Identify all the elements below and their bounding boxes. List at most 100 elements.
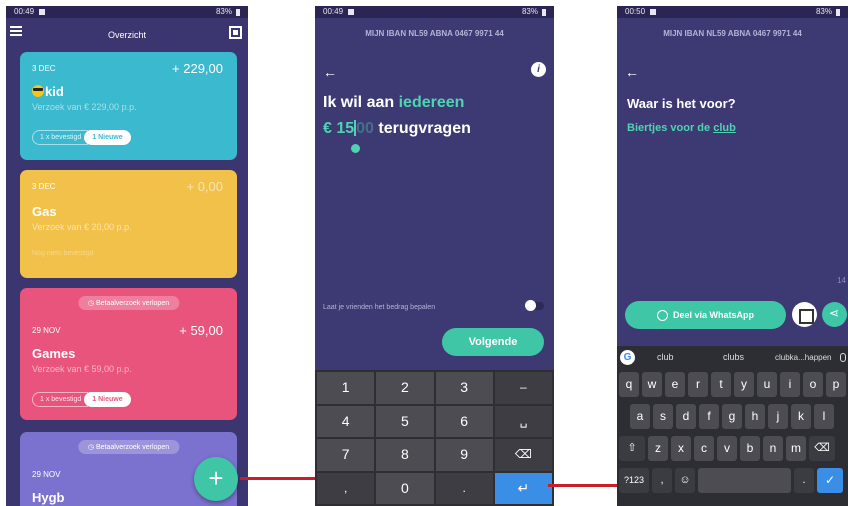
- battery-level: 83%: [815, 7, 832, 16]
- card-name: Games: [32, 346, 76, 361]
- key-q[interactable]: q: [619, 372, 639, 397]
- enter-icon[interactable]: ↵: [494, 472, 552, 504]
- share-icon[interactable]: [822, 302, 847, 327]
- key-d[interactable]: d: [676, 404, 696, 429]
- key-3[interactable]: 3: [435, 372, 493, 404]
- request-card[interactable]: ◷ Betaalverzoek verlopen 29 NOV + 59,00 …: [20, 288, 237, 420]
- page-title: Overzicht: [107, 30, 146, 40]
- request-card[interactable]: 3 DEC + 229,00 kid Verzoek van € 229,00 …: [20, 52, 237, 160]
- text-keyboard: G club clubs clubka...happen q w e r t y…: [617, 346, 848, 506]
- back-arrow-icon[interactable]: ←: [625, 64, 639, 80]
- friends-decide-toggle[interactable]: [525, 300, 544, 311]
- key-1[interactable]: 1: [317, 372, 375, 404]
- card-amount: + 59,00: [179, 323, 223, 338]
- card-amount: + 0,00: [186, 179, 223, 194]
- key-6[interactable]: 6: [435, 405, 493, 437]
- suggestion-item[interactable]: clubka...happen: [775, 353, 832, 362]
- back-arrow-icon[interactable]: ←: [323, 64, 337, 80]
- key-j[interactable]: j: [768, 404, 788, 429]
- microphone-icon[interactable]: [840, 352, 846, 362]
- key-f[interactable]: f: [699, 404, 719, 429]
- key-period[interactable]: .: [794, 468, 814, 493]
- key-y[interactable]: y: [734, 372, 754, 397]
- checkmark-icon[interactable]: ✓: [817, 468, 843, 493]
- emoji-icon[interactable]: ☺: [675, 468, 695, 493]
- suggestion-bar: G club clubs clubka...happen: [617, 346, 848, 368]
- new-pill: 1 Nieuwe: [84, 130, 131, 145]
- qr-code-button[interactable]: [792, 302, 817, 327]
- key-e[interactable]: e: [665, 372, 685, 397]
- key-5[interactable]: 5: [376, 405, 434, 437]
- key-9[interactable]: 9: [435, 439, 493, 471]
- request-card[interactable]: 3 DEC + 0,00 Gas Verzoek van € 20,00 p.p…: [20, 170, 237, 278]
- key-r[interactable]: r: [688, 372, 708, 397]
- key-8[interactable]: 8: [376, 439, 434, 471]
- key-z[interactable]: z: [648, 436, 668, 461]
- key-comma[interactable]: ,: [652, 468, 672, 493]
- key-minus[interactable]: –: [494, 372, 552, 404]
- card-status-pills: 1 x bevestigd 1 Nieuwe: [32, 130, 131, 145]
- add-request-button[interactable]: +: [194, 457, 238, 501]
- space-bar[interactable]: [698, 468, 791, 493]
- notification-icon: [348, 9, 355, 15]
- description-screen: 00:50 83% MIJN IBAN NL59 ABNA 0467 9971 …: [617, 6, 848, 506]
- description-input[interactable]: Biertjes voor de club: [627, 122, 736, 134]
- recipients-selector[interactable]: iedereen: [399, 94, 465, 111]
- key-7[interactable]: 7: [317, 439, 375, 471]
- key-c[interactable]: c: [694, 436, 714, 461]
- key-s[interactable]: s: [653, 404, 673, 429]
- key-a[interactable]: a: [630, 404, 650, 429]
- next-button[interactable]: Volgende: [442, 328, 544, 356]
- key-m[interactable]: m: [786, 436, 806, 461]
- question-label: Waar is het voor?: [627, 96, 736, 111]
- card-amount: + 229,00: [172, 61, 223, 76]
- info-icon[interactable]: i: [531, 62, 546, 77]
- key-p[interactable]: p: [826, 372, 846, 397]
- key-k[interactable]: k: [791, 404, 811, 429]
- key-o[interactable]: o: [803, 372, 823, 397]
- qr-code-icon[interactable]: [229, 26, 242, 39]
- backspace-icon[interactable]: ⌫: [494, 439, 552, 471]
- iban-banner: MIJN IBAN NL59 ABNA 0467 9971 44: [365, 29, 504, 38]
- suggestion-item[interactable]: clubs: [723, 352, 744, 362]
- status-bar: 00:50 83%: [617, 6, 848, 18]
- key-4[interactable]: 4: [317, 405, 375, 437]
- card-date: 29 NOV: [32, 326, 61, 335]
- google-icon[interactable]: G: [620, 349, 635, 365]
- key-w[interactable]: w: [642, 372, 662, 397]
- keyboard-row-4: ?123 , ☺ . ✓: [619, 468, 843, 493]
- key-v[interactable]: v: [717, 436, 737, 461]
- overview-screen: 00:49 83% Overzicht 3 DEC + 229,00 kid V…: [6, 6, 248, 506]
- key-comma[interactable]: ,: [317, 472, 375, 504]
- key-u[interactable]: u: [757, 372, 777, 397]
- key-0[interactable]: 0: [376, 472, 434, 504]
- battery-icon: [542, 8, 546, 16]
- key-n[interactable]: n: [763, 436, 783, 461]
- battery-icon: [836, 8, 840, 16]
- keyboard-row-3: ⇧ z x c v b n m ⌫: [619, 436, 835, 461]
- backspace-icon[interactable]: ⌫: [809, 436, 835, 461]
- shift-icon[interactable]: ⇧: [619, 436, 645, 461]
- card-name: kid: [32, 84, 64, 99]
- amount-input[interactable]: € 15: [323, 120, 354, 137]
- share-whatsapp-button[interactable]: Deel via WhatsApp: [625, 301, 786, 329]
- key-t[interactable]: t: [711, 372, 731, 397]
- key-space-icon[interactable]: ␣: [494, 405, 552, 437]
- symbols-key[interactable]: ?123: [619, 468, 649, 493]
- key-period[interactable]: .: [435, 472, 493, 504]
- key-l[interactable]: l: [814, 404, 834, 429]
- card-name: Gas: [32, 204, 57, 219]
- key-h[interactable]: h: [745, 404, 765, 429]
- suggestion-item[interactable]: club: [657, 352, 674, 362]
- key-i[interactable]: i: [780, 372, 800, 397]
- key-2[interactable]: 2: [376, 372, 434, 404]
- key-b[interactable]: b: [740, 436, 760, 461]
- key-x[interactable]: x: [671, 436, 691, 461]
- card-date: 3 DEC: [32, 182, 56, 191]
- cursor-handle[interactable]: [351, 144, 360, 153]
- card-date: 3 DEC: [32, 64, 56, 73]
- key-g[interactable]: g: [722, 404, 742, 429]
- confirmed-pill: 1 x bevestigd: [32, 392, 89, 407]
- card-status-pills: 1 x bevestigd 1 Nieuwe: [32, 392, 131, 407]
- battery-level: 83%: [215, 7, 232, 16]
